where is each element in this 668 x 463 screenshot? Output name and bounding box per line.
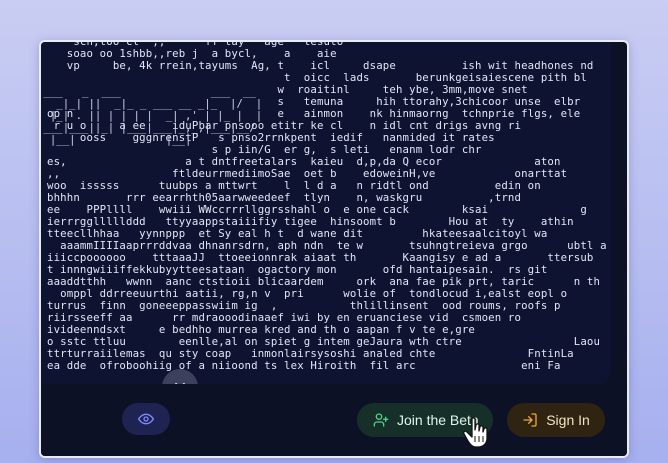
- ascii-video-screen: sch,too ct ,, ff tay age lesuto soao oo …: [41, 42, 611, 384]
- eye-icon: [138, 413, 154, 425]
- ascii-logo: ___ _ ___ ___ __ | _|_| || _|_ _ ___ __ …: [41, 85, 263, 146]
- action-bar: Join the Beta Sign In: [41, 384, 627, 456]
- sign-in-icon: [522, 412, 538, 428]
- sign-in-label: Sign In: [546, 412, 590, 428]
- sign-in-button[interactable]: Sign In: [507, 403, 605, 437]
- preview-card: sch,too ct ,, ff tay age lesuto soao oo …: [39, 40, 629, 458]
- toggle-visibility-button[interactable]: [122, 403, 170, 435]
- card-inner: sch,too ct ,, ff tay age lesuto soao oo …: [41, 42, 627, 456]
- user-plus-icon: [373, 412, 389, 428]
- hand-pointer-icon: [463, 416, 493, 455]
